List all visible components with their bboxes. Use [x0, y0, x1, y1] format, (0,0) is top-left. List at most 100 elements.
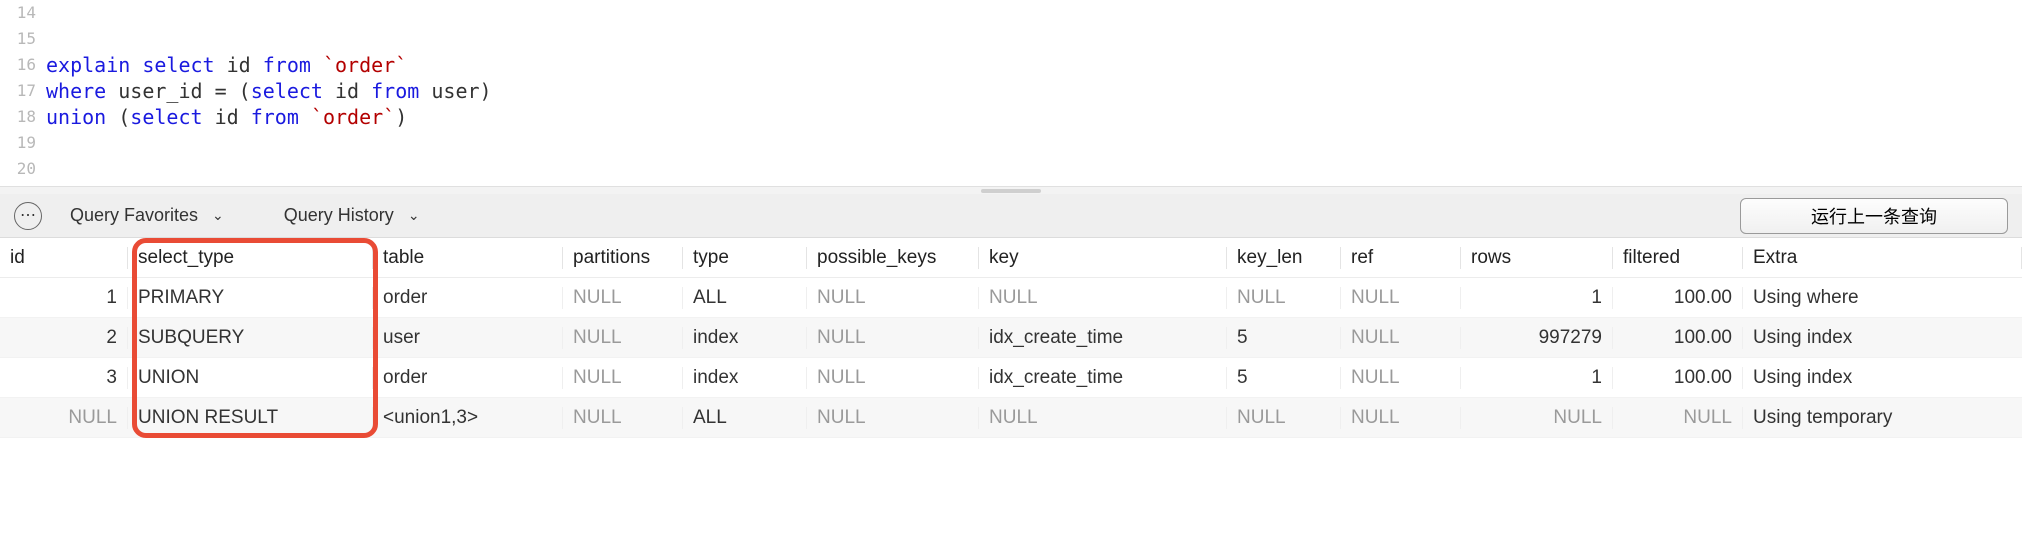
cell-partitions: NULL [563, 367, 683, 389]
line-number: 15 [0, 26, 36, 52]
token: `order` [311, 105, 395, 129]
col-filtered[interactable]: filtered [1613, 247, 1743, 269]
table-row[interactable]: 1PRIMARYorderNULLALLNULLNULLNULLNULL1100… [0, 278, 2022, 318]
token: id [335, 79, 371, 103]
token: user [431, 79, 479, 103]
line-number: 18 [0, 104, 36, 130]
line-number: 16 [0, 52, 36, 78]
table-row[interactable]: 3UNIONorderNULLindexNULLidx_create_time5… [0, 358, 2022, 398]
col-type[interactable]: type [683, 247, 807, 269]
chevron-down-icon: ⌄ [408, 207, 420, 224]
token: select [251, 79, 335, 103]
query-favorites-menu[interactable]: Query Favorites ⌄ [70, 205, 224, 226]
cell-id: NULL [0, 407, 128, 429]
code-line[interactable] [46, 26, 2022, 52]
query-history-menu[interactable]: Query History ⌄ [284, 205, 420, 226]
drag-handle-icon [981, 189, 1041, 193]
cell-rows: 997279 [1461, 327, 1613, 349]
cell-possible_keys: NULL [807, 367, 979, 389]
cell-Extra: Using where [1743, 287, 2022, 309]
cell-key: idx_create_time [979, 327, 1227, 349]
line-gutter: 14151617181920 [0, 0, 46, 182]
col-key_len[interactable]: key_len [1227, 247, 1341, 269]
table-row[interactable]: 2SUBQUERYuserNULLindexNULLidx_create_tim… [0, 318, 2022, 358]
line-number: 20 [0, 156, 36, 182]
cell-rows: 1 [1461, 367, 1613, 389]
grid-header: id select_type table partitions type pos… [0, 238, 2022, 278]
results-grid-area: id select_type table partitions type pos… [0, 238, 2022, 438]
cell-ref: NULL [1341, 407, 1461, 429]
cell-possible_keys: NULL [807, 407, 979, 429]
cell-key_len: 5 [1227, 327, 1341, 349]
grid-body: 1PRIMARYorderNULLALLNULLNULLNULLNULL1100… [0, 278, 2022, 438]
token: select [142, 53, 226, 77]
cell-Extra: Using temporary [1743, 407, 2022, 429]
cell-id: 2 [0, 327, 128, 349]
token: id [227, 53, 263, 77]
cell-filtered: NULL [1613, 407, 1743, 429]
code-line[interactable]: explain select id from `order` [46, 52, 2022, 78]
cell-Extra: Using index [1743, 367, 2022, 389]
cell-ref: NULL [1341, 367, 1461, 389]
cell-type: ALL [683, 287, 807, 309]
col-select_type[interactable]: select_type [128, 247, 373, 269]
results-toolbar: ⋯ Query Favorites ⌄ Query History ⌄ 运行上一… [0, 194, 2022, 238]
table-row[interactable]: NULLUNION RESULT<union1,3>NULLALLNULLNUL… [0, 398, 2022, 438]
cell-key_len: NULL [1227, 287, 1341, 309]
sql-editor[interactable]: 14151617181920 explain select id from `o… [0, 0, 2022, 186]
query-favorites-label: Query Favorites [70, 205, 198, 226]
cell-select_type: UNION RESULT [128, 407, 373, 429]
cell-partitions: NULL [563, 287, 683, 309]
line-number: 19 [0, 130, 36, 156]
cell-id: 3 [0, 367, 128, 389]
token: ) [395, 105, 407, 129]
token: id [215, 105, 251, 129]
cell-filtered: 100.00 [1613, 287, 1743, 309]
code-area[interactable]: explain select id from `order`where user… [46, 0, 2022, 182]
cell-possible_keys: NULL [807, 327, 979, 349]
token: union [46, 105, 118, 129]
results-grid[interactable]: id select_type table partitions type pos… [0, 238, 2022, 438]
cell-select_type: SUBQUERY [128, 327, 373, 349]
cell-table: <union1,3> [373, 407, 563, 429]
cell-table: user [373, 327, 563, 349]
query-history-label: Query History [284, 205, 394, 226]
cell-filtered: 100.00 [1613, 327, 1743, 349]
code-line[interactable] [46, 130, 2022, 156]
code-line[interactable] [46, 156, 2022, 182]
cell-key: NULL [979, 407, 1227, 429]
cell-select_type: PRIMARY [128, 287, 373, 309]
col-partitions[interactable]: partitions [563, 247, 683, 269]
token: from [263, 53, 323, 77]
col-key[interactable]: key [979, 247, 1227, 269]
run-previous-query-button[interactable]: 运行上一条查询 [1740, 198, 2008, 234]
code-line[interactable] [46, 0, 2022, 26]
more-options-icon[interactable]: ⋯ [14, 202, 42, 230]
col-ref[interactable]: ref [1341, 247, 1461, 269]
col-extra[interactable]: Extra [1743, 247, 2022, 269]
col-table[interactable]: table [373, 247, 563, 269]
col-rows[interactable]: rows [1461, 247, 1613, 269]
code-line[interactable]: union (select id from `order`) [46, 104, 2022, 130]
code-line[interactable]: where user_id = (select id from user) [46, 78, 2022, 104]
col-possible_keys[interactable]: possible_keys [807, 247, 979, 269]
cell-partitions: NULL [563, 327, 683, 349]
token: explain [46, 53, 142, 77]
line-number: 17 [0, 78, 36, 104]
cell-key: idx_create_time [979, 367, 1227, 389]
cell-select_type: UNION [128, 367, 373, 389]
cell-rows: 1 [1461, 287, 1613, 309]
cell-possible_keys: NULL [807, 287, 979, 309]
cell-filtered: 100.00 [1613, 367, 1743, 389]
token: from [371, 79, 431, 103]
cell-key: NULL [979, 287, 1227, 309]
cell-Extra: Using index [1743, 327, 2022, 349]
col-id[interactable]: id [0, 247, 128, 269]
cell-key_len: NULL [1227, 407, 1341, 429]
token: user_id [118, 79, 214, 103]
cell-partitions: NULL [563, 407, 683, 429]
pane-splitter[interactable] [0, 186, 2022, 194]
cell-type: ALL [683, 407, 807, 429]
token: ( [239, 79, 251, 103]
token: select [130, 105, 214, 129]
